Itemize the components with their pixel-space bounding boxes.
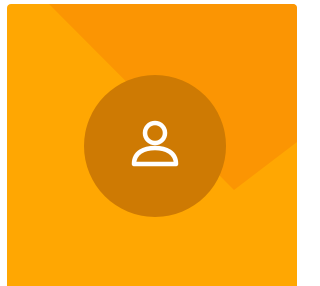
person-outline-icon — [131, 120, 179, 167]
avatar-circle — [84, 75, 226, 217]
avatar-placeholder-tile — [7, 4, 297, 286]
